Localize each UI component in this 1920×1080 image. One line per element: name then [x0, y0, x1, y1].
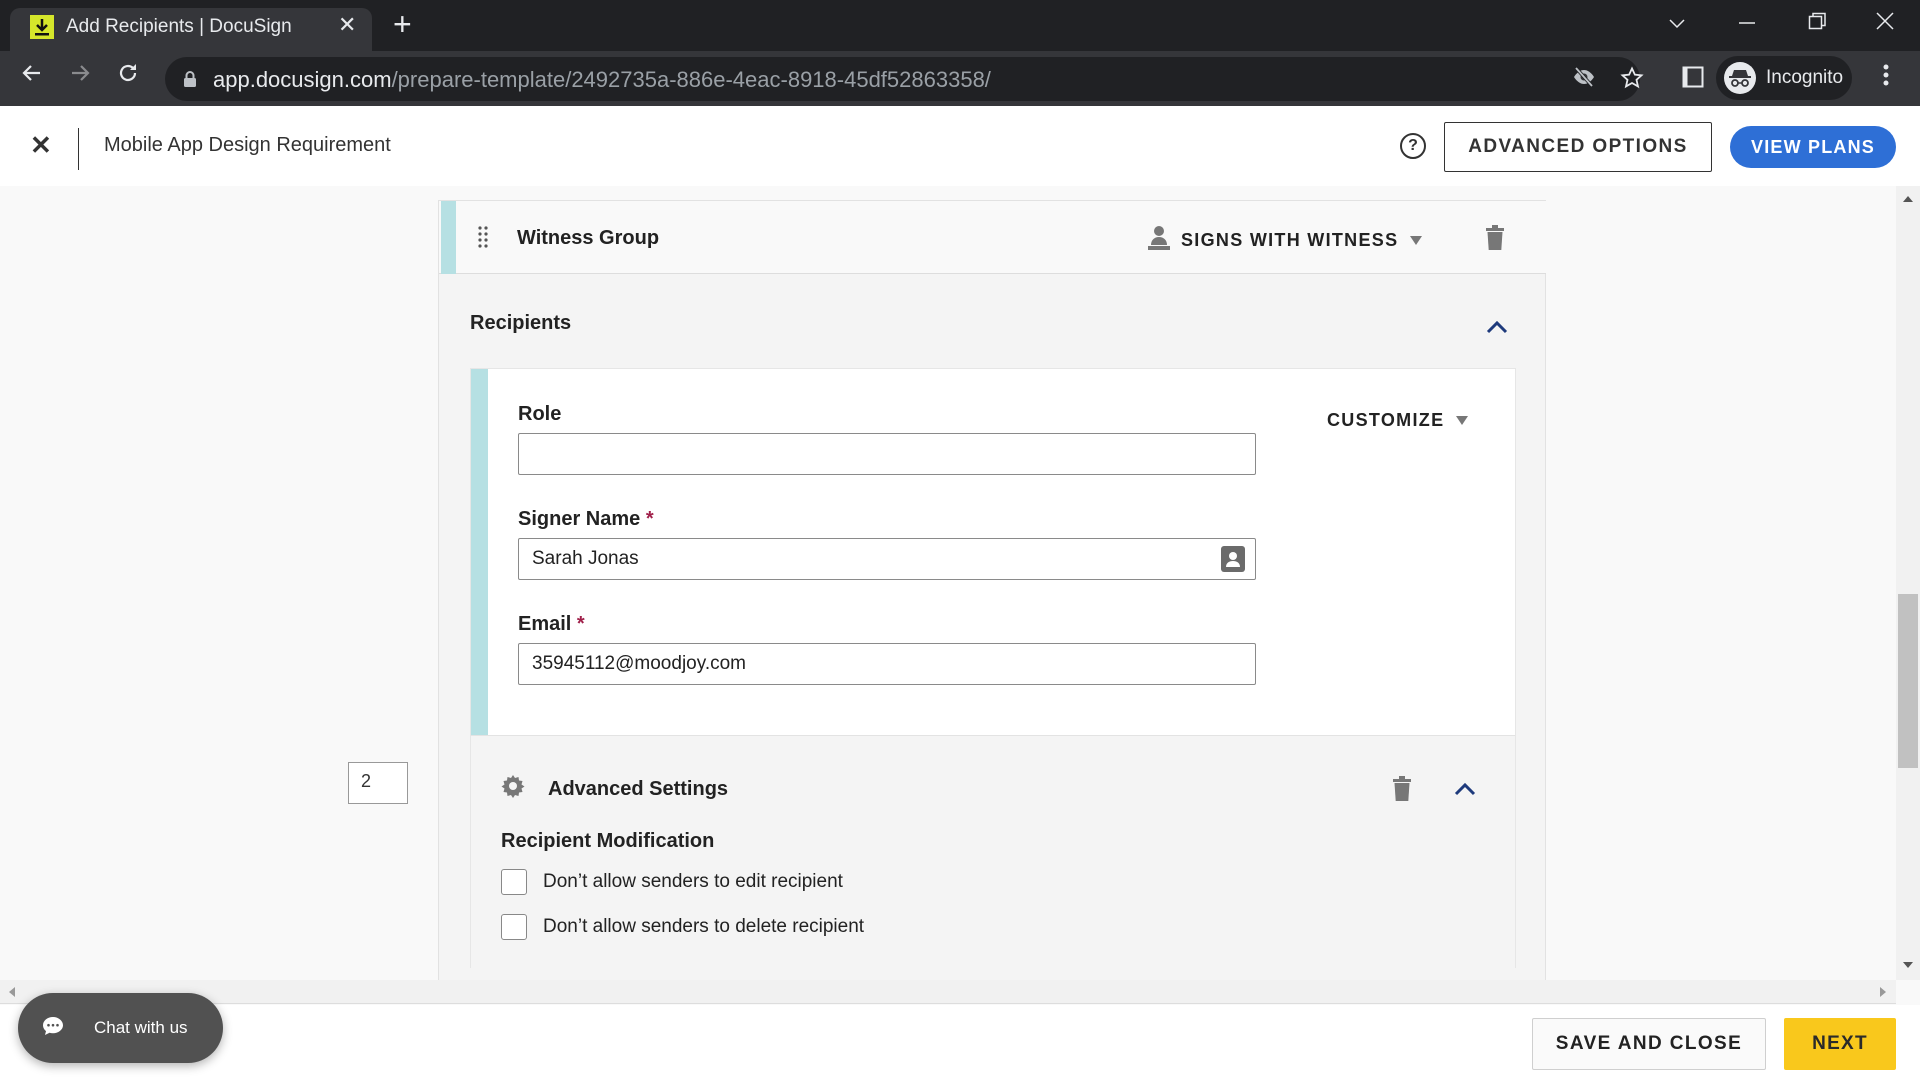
browser-tab-active[interactable]: Add Recipients | DocuSign ✕	[10, 8, 372, 51]
role-label: Role	[518, 403, 562, 425]
tab-search-icon[interactable]	[1668, 10, 1686, 36]
no-edit-recipient-label: Don’t allow senders to edit recipient	[543, 871, 843, 892]
vertical-scrollbar-thumb[interactable]	[1898, 594, 1918, 768]
browser-tabstrip: Add Recipients | DocuSign ✕ +	[0, 0, 1920, 51]
no-delete-recipient-option[interactable]: Don’t allow senders to delete recipient	[501, 914, 864, 940]
group-title: Witness Group	[517, 227, 660, 249]
url-domain: app.docusign.com	[213, 67, 392, 92]
restore-icon[interactable]	[1808, 10, 1826, 36]
recipient-modification-title: Recipient Modification	[501, 830, 715, 852]
chat-with-us-button[interactable]: Chat with us	[18, 993, 223, 1063]
next-button[interactable]: NEXT	[1784, 1018, 1896, 1070]
horizontal-scrollbar[interactable]	[0, 980, 1896, 1004]
back-arrow-icon[interactable]	[20, 61, 44, 92]
delete-group-trash-icon[interactable]	[1484, 225, 1506, 256]
email-label-text: Email	[518, 613, 572, 635]
recipients-section-title: Recipients	[470, 312, 572, 334]
no-delete-recipient-checkbox[interactable]	[501, 914, 527, 940]
gear-icon	[501, 774, 525, 803]
new-tab-button[interactable]: +	[393, 8, 412, 40]
forward-arrow-icon[interactable]	[68, 61, 92, 92]
recipient-panel: Witness Group SIGNS WITH WITNESS Recipie…	[438, 200, 1546, 980]
main-content: 2 Witness Group SIGNS WITH WITNESS Recip…	[0, 186, 1900, 980]
tab-close-icon[interactable]: ✕	[338, 12, 356, 38]
no-delete-recipient-label: Don’t allow senders to delete recipient	[543, 916, 865, 937]
no-edit-recipient-checkbox[interactable]	[501, 869, 527, 895]
address-bar[interactable]: app.docusign.com/prepare-template/249273…	[165, 57, 1644, 101]
role-input[interactable]	[518, 433, 1256, 475]
scroll-down-arrow-icon[interactable]	[1903, 962, 1913, 968]
signing-type-dropdown[interactable]: SIGNS WITH WITNESS	[1147, 225, 1423, 256]
tab-title: Add Recipients | DocuSign	[66, 16, 292, 37]
contacts-lookup-icon[interactable]	[1221, 546, 1245, 572]
recipient-accent-bar	[471, 369, 488, 735]
scroll-left-arrow-icon[interactable]	[9, 987, 15, 997]
drag-handle-icon[interactable]	[477, 225, 489, 249]
customize-dropdown[interactable]: CUSTOMIZE	[1327, 410, 1469, 431]
chat-label: Chat with us	[94, 1018, 188, 1037]
docusign-favicon-icon	[30, 15, 54, 39]
incognito-icon	[1724, 62, 1756, 94]
scroll-right-arrow-icon[interactable]	[1880, 987, 1886, 997]
required-asterisk: *	[645, 508, 654, 530]
url-path: /prepare-template/2492735a-886e-4eac-891…	[391, 67, 991, 92]
chat-bubble-icon	[42, 1016, 64, 1041]
witness-group-header: Witness Group SIGNS WITH WITNESS	[439, 200, 1546, 274]
reload-icon[interactable]	[116, 61, 140, 92]
caret-down-icon	[1456, 416, 1469, 425]
document-title: Mobile App Design Requirement	[104, 134, 391, 156]
group-accent-bar	[441, 201, 456, 274]
signer-name-label: Signer Name *	[518, 508, 654, 531]
signer-person-icon	[1147, 225, 1171, 256]
signer-name-label-text: Signer Name	[518, 508, 641, 530]
email-input[interactable]	[518, 643, 1256, 685]
close-editor-icon[interactable]: ✕	[30, 130, 52, 161]
advanced-options-button[interactable]: ADVANCED OPTIONS	[1444, 122, 1712, 172]
vertical-scrollbar[interactable]	[1896, 186, 1920, 980]
minimize-icon[interactable]	[1738, 10, 1756, 36]
scroll-up-arrow-icon[interactable]	[1903, 196, 1913, 202]
browser-menu-icon[interactable]	[1883, 63, 1889, 94]
incognito-label: Incognito	[1766, 67, 1844, 88]
eye-off-icon[interactable]	[1572, 66, 1596, 94]
customize-label: CUSTOMIZE	[1327, 410, 1445, 430]
advanced-settings-title: Advanced Settings	[548, 778, 729, 800]
signer-name-input[interactable]	[518, 538, 1256, 580]
collapse-advanced-chevron-icon[interactable]	[1454, 782, 1476, 801]
signing-type-label: SIGNS WITH WITNESS	[1181, 230, 1399, 250]
collapse-recipients-chevron-icon[interactable]	[1486, 320, 1508, 339]
advanced-settings-section: Advanced Settings Recipient Modification…	[471, 735, 1515, 968]
side-panel-icon[interactable]	[1682, 64, 1704, 95]
browser-toolbar: app.docusign.com/prepare-template/249273…	[0, 51, 1920, 106]
help-icon[interactable]: ?	[1400, 133, 1426, 159]
url-text[interactable]: app.docusign.com/prepare-template/249273…	[213, 67, 991, 93]
bookmark-star-icon[interactable]	[1620, 66, 1644, 96]
header-divider	[78, 128, 79, 170]
save-and-close-button[interactable]: SAVE AND CLOSE	[1532, 1018, 1766, 1070]
app-header: ✕ Mobile App Design Requirement ? ADVANC…	[0, 106, 1920, 186]
no-edit-recipient-option[interactable]: Don’t allow senders to edit recipient	[501, 869, 843, 895]
page-number-input[interactable]: 2	[348, 762, 408, 804]
recipient-card: Role CUSTOMIZE Signer Name * Email * Adv…	[470, 368, 1516, 968]
email-label: Email *	[518, 613, 585, 636]
delete-recipient-trash-icon[interactable]	[1391, 776, 1413, 807]
close-window-icon[interactable]	[1876, 10, 1894, 36]
view-plans-button[interactable]: VIEW PLANS	[1730, 126, 1896, 168]
caret-down-icon	[1410, 236, 1423, 245]
lock-icon	[183, 70, 197, 93]
incognito-profile-button[interactable]: Incognito	[1716, 56, 1852, 100]
required-asterisk: *	[576, 613, 585, 635]
